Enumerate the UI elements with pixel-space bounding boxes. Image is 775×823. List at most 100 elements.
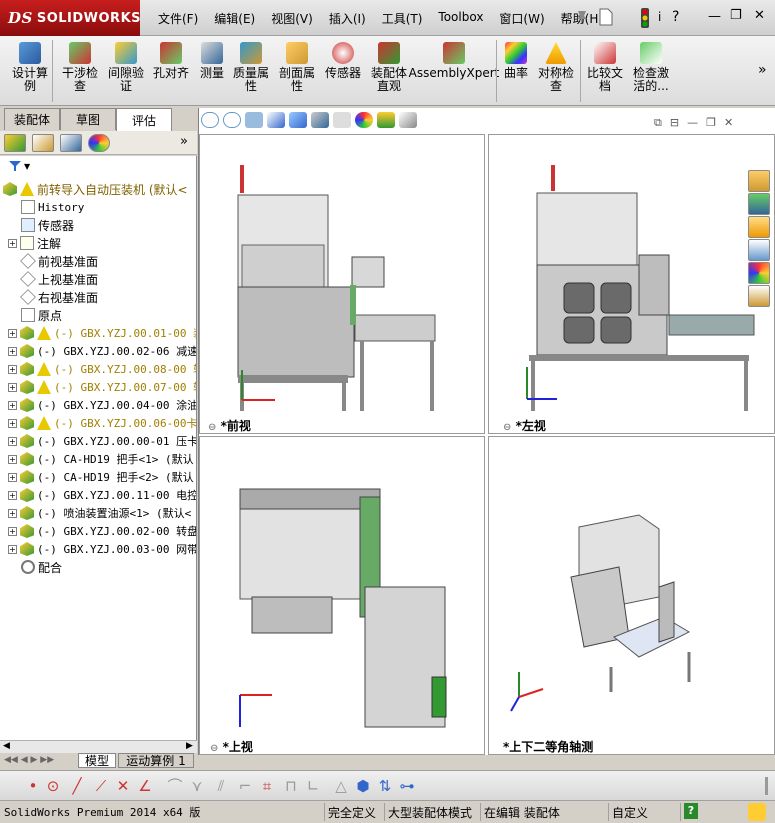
close-icon[interactable]: ✕ <box>754 8 765 23</box>
point-icon[interactable]: • <box>24 777 42 795</box>
viewport-front[interactable]: ⊖ *前视 <box>199 134 485 434</box>
smart-dimension-icon[interactable]: ⌗ <box>258 777 276 795</box>
tree-item[interactable]: + (-) CA-HD19 把手<1> (默认 <box>8 450 194 468</box>
section-properties-button[interactable]: 剖面属 性 <box>276 42 318 93</box>
part-icon[interactable]: ⊶ <box>398 777 416 795</box>
expand-toggle-icon[interactable]: + <box>8 490 17 500</box>
scroll-right-icon[interactable]: ▶ <box>186 741 193 751</box>
rebuild-icon[interactable]: △ <box>332 777 350 795</box>
offset-icon[interactable]: ⌒ <box>166 777 184 795</box>
info-icon[interactable]: i <box>658 10 661 24</box>
tree-item[interactable]: + (-) GBX.YZJ.00.00-01 压卡 <box>8 432 196 450</box>
tab-evaluate[interactable]: 评估 <box>116 108 172 131</box>
view-palette-icon[interactable] <box>748 239 770 261</box>
assemblyxpert-button[interactable]: AssemblyXpert <box>409 42 499 80</box>
zoom-area-icon[interactable] <box>223 112 241 128</box>
tree-item[interactable]: + (-) GBX.YZJ.00.08-00 轴 <box>8 360 196 378</box>
viewport-close-icon[interactable]: ✕ <box>724 116 733 130</box>
corner-icon[interactable]: ⌐ <box>236 777 254 795</box>
minimize-icon[interactable]: — <box>708 9 721 24</box>
tree-item[interactable]: + (-) CA-HD19 把手<2> (默认 <box>8 468 194 486</box>
scroll-left-icon[interactable]: ◀ <box>3 741 10 751</box>
expand-toggle-icon[interactable]: + <box>8 508 17 518</box>
menu-toolbox[interactable]: Toolbox <box>430 10 491 27</box>
menu-window[interactable]: 窗口(W) <box>491 10 552 27</box>
view-orientation-icon[interactable] <box>289 112 307 128</box>
compare-documents-button[interactable]: 比较文 档 <box>584 42 626 93</box>
clearance-verify-button[interactable]: 间隙验 证 <box>104 42 148 93</box>
tree-filter[interactable]: ▼ <box>8 160 30 172</box>
hole-alignment-button[interactable]: 孔对齐 <box>150 42 192 80</box>
extend-icon[interactable]: ∠ <box>136 777 154 795</box>
menu-tools[interactable]: 工具(T) <box>374 10 431 27</box>
centerline-icon[interactable]: ⟋ <box>92 777 110 795</box>
hide-show-icon[interactable] <box>333 112 351 128</box>
appearances-icon[interactable] <box>748 262 770 284</box>
expand-toggle-icon[interactable]: + <box>8 436 17 446</box>
axis-arrow-icon[interactable]: ⇅ <box>376 777 394 795</box>
dimension-icon[interactable]: ⊓ <box>282 777 300 795</box>
measure-button[interactable]: 测量 <box>196 42 228 80</box>
tree-item[interactable]: 上视基准面 <box>20 270 98 288</box>
previous-view-icon[interactable] <box>245 112 263 128</box>
viewport-top[interactable]: ⊖ *上视 <box>199 436 485 755</box>
tree-root[interactable]: 前转导入自动压装机 (默认< <box>3 180 188 198</box>
view-settings-icon[interactable] <box>399 112 417 128</box>
convert-icon[interactable]: ⫽ <box>212 777 230 795</box>
property-manager-icon[interactable] <box>32 134 54 152</box>
traffic-light-icon[interactable] <box>640 7 650 29</box>
tree-item[interactable]: 右视基准面 <box>20 288 98 306</box>
viewport-left[interactable]: ⊖ *左视 <box>488 134 775 434</box>
viewport-link-icon[interactable]: ⧉ <box>654 116 662 130</box>
viewport-restore-icon[interactable]: ❐ <box>706 116 716 130</box>
tree-item[interactable]: + (-) GBX.YZJ.00.02-00 转盘 <box>8 522 196 540</box>
tab-model[interactable]: 模型 <box>78 753 116 768</box>
expand-toggle-icon[interactable]: + <box>8 472 17 482</box>
graphics-area[interactable]: ⧉ ⊟ — ❐ ✕ ⊖ *前视 ⊖ *左视 ⊖ *上视 *上下二等角轴测 <box>198 108 775 755</box>
home-icon[interactable] <box>748 170 770 192</box>
tree-item[interactable]: + (-) GBX.YZJ.00.03-00 网带 <box>8 540 196 558</box>
feature-tree-icon[interactable] <box>4 134 26 152</box>
tree-item[interactable]: + (-) GBX.YZJ.00.04-00 涂油 <box>8 396 196 414</box>
tree-item[interactable]: + (-) GBX.YZJ.00.06-00卡 <box>8 414 196 432</box>
status-rebuild-icon[interactable] <box>748 803 766 821</box>
expand-toggle-icon[interactable]: + <box>8 346 17 356</box>
zoom-fit-icon[interactable] <box>201 112 219 128</box>
circle-icon[interactable]: ⊙ <box>44 777 62 795</box>
tree-item[interactable]: + (-) GBX.YZJ.00.02-06 减速 <box>8 342 196 360</box>
sensor-button[interactable]: 传感器 <box>322 42 364 80</box>
menu-edit[interactable]: 编辑(E) <box>206 10 263 27</box>
expand-toggle-icon[interactable]: + <box>8 526 17 536</box>
section-view-icon[interactable] <box>267 112 285 128</box>
display-style-icon[interactable] <box>311 112 329 128</box>
mirror-icon[interactable]: ⋎ <box>188 777 206 795</box>
solidworks-logo[interactable]: DS SOLIDWORKS <box>0 0 141 36</box>
menu-file[interactable]: 文件(F) <box>150 10 206 27</box>
viewport-isometric[interactable]: *上下二等角轴测 <box>488 436 775 755</box>
tree-item[interactable]: + (-) GBX.YZJ.00.01-00 装 <box>8 324 196 342</box>
tree-item[interactable]: + (-) 喷油装置油源<1> (默认< <box>8 504 191 522</box>
tab-motion-study[interactable]: 运动算例 1 <box>118 753 194 768</box>
tab-assembly[interactable]: 装配体 <box>4 108 60 130</box>
expand-toggle-icon[interactable]: + <box>8 382 17 392</box>
file-explorer-icon[interactable] <box>748 216 770 238</box>
status-help-icon[interactable]: ? <box>684 803 698 819</box>
expand-toggle-icon[interactable]: + <box>8 454 17 464</box>
tree-item[interactable]: + (-) GBX.YZJ.00.07-00 轴 <box>8 378 196 396</box>
tree-item[interactable]: 前视基准面 <box>20 252 98 270</box>
3d-box-icon[interactable]: ⬢ <box>354 777 372 795</box>
appearance-icon[interactable] <box>355 112 373 128</box>
symmetry-check-button[interactable]: 对称检 查 <box>534 42 578 93</box>
status-custom[interactable]: 自定义 <box>608 803 678 821</box>
trim-icon[interactable]: ✕ <box>114 777 132 795</box>
expand-toggle-icon[interactable]: + <box>8 328 17 338</box>
expand-toggle-icon[interactable]: + <box>8 400 17 410</box>
tree-item[interactable]: + (-) GBX.YZJ.00.11-00 电控 <box>8 486 196 504</box>
expand-toggle-icon[interactable]: + <box>8 364 17 374</box>
viewport-split-icon[interactable]: ⊟ <box>670 116 679 130</box>
display-manager-icon[interactable] <box>88 134 110 152</box>
menu-view[interactable]: 视图(V) <box>263 10 321 27</box>
toolbar-more-chevron-icon[interactable]: » <box>758 62 767 78</box>
viewport-minimize-icon[interactable]: — <box>687 116 698 130</box>
line-icon[interactable]: ╱ <box>68 777 86 795</box>
